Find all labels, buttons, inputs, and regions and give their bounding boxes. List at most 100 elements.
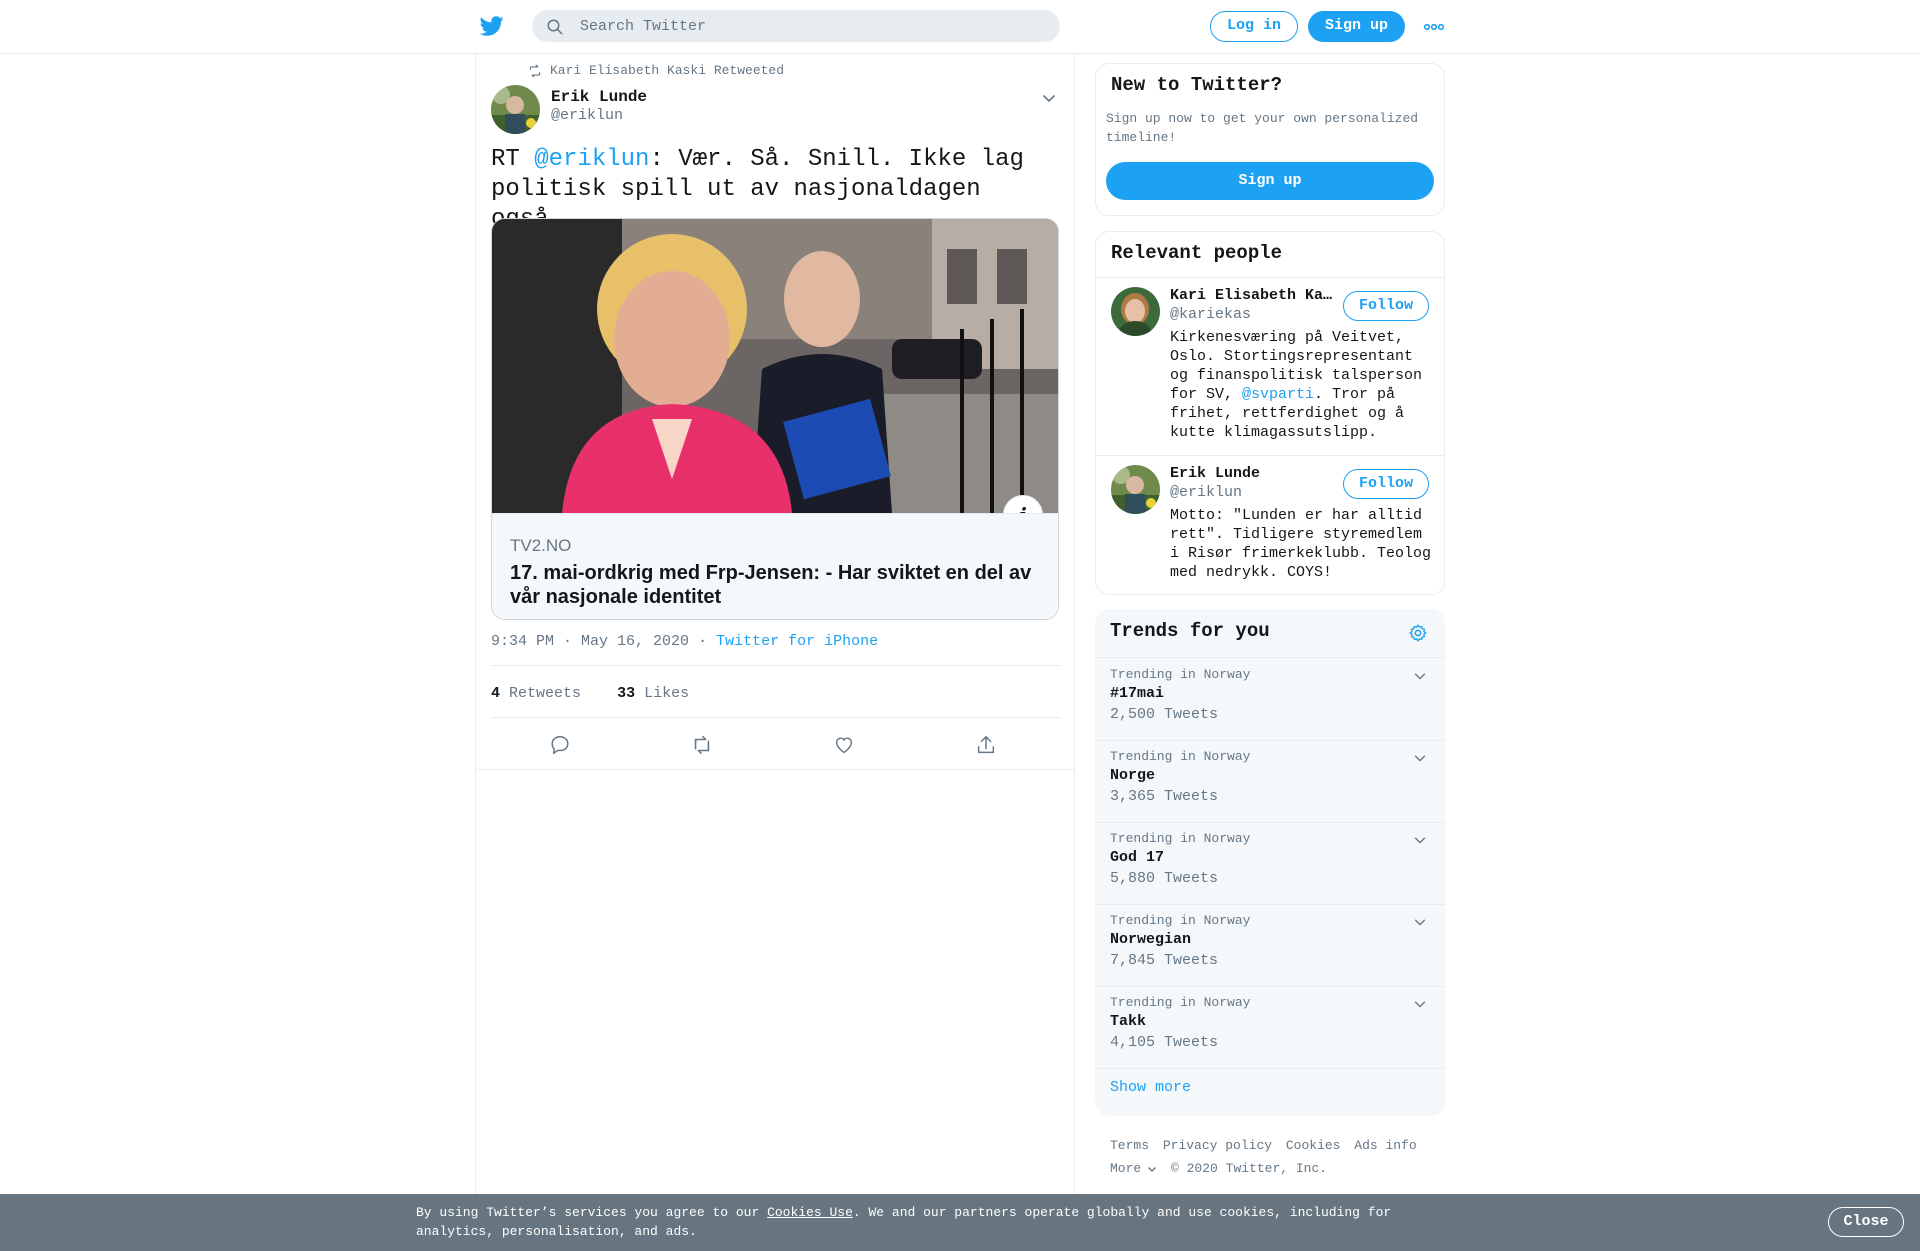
- show-more-link[interactable]: Show more: [1110, 1079, 1191, 1096]
- trend-count: 7,845 Tweets: [1110, 952, 1219, 969]
- search-input[interactable]: [580, 10, 1040, 42]
- panel-title: Relevant people: [1111, 242, 1283, 264]
- author-name[interactable]: Erik Lunde: [551, 88, 647, 106]
- person-handle[interactable]: @kariekas: [1170, 306, 1251, 323]
- person-bio: Kirkenesværing på Veitvet, Oslo. Stortin…: [1170, 328, 1435, 442]
- trend-name[interactable]: Norwegian: [1110, 931, 1191, 948]
- panel-title: Trends for you: [1110, 620, 1270, 642]
- person-card[interactable]: Kari Elisabeth Kaski @kariekas Kirkenesv…: [1096, 278, 1444, 455]
- tweet-mention-link[interactable]: @eriklun: [534, 146, 649, 173]
- retweeted-by-label: Kari Elisabeth Kaski Retweeted: [550, 63, 785, 78]
- trend-name[interactable]: Takk: [1110, 1013, 1146, 1030]
- footer-link-cookies[interactable]: Cookies: [1286, 1138, 1341, 1153]
- panel-description: Sign up now to get your own personalized…: [1106, 111, 1419, 145]
- gear-icon[interactable]: [1408, 623, 1428, 643]
- more-options-icon[interactable]: [1423, 20, 1445, 34]
- bio-mention-link[interactable]: @svparti: [1242, 386, 1314, 403]
- trend-item[interactable]: Trending in Norway Norge 3,365 Tweets: [1095, 740, 1445, 822]
- search-icon: [547, 19, 563, 35]
- trend-name[interactable]: #17mai: [1110, 685, 1164, 702]
- chevron-down-icon[interactable]: [1413, 833, 1427, 847]
- retweet-context[interactable]: Kari Elisabeth Kaski Retweeted: [528, 63, 784, 78]
- author-avatar[interactable]: [491, 85, 540, 134]
- retweets-stat[interactable]: 4 Retweets: [491, 685, 581, 702]
- cookies-use-link[interactable]: Cookies Use: [767, 1205, 853, 1220]
- close-cookie-button[interactable]: Close: [1828, 1207, 1904, 1237]
- cookie-text-before: By using Twitter’s services you agree to…: [416, 1205, 768, 1220]
- tweet-stats: 4 Retweets 33 Likes: [491, 685, 689, 702]
- relevant-people-panel: Relevant people Kari Elisabeth Kaski @ka…: [1095, 231, 1445, 595]
- sidebar-footer: Terms Privacy policy Cookies Ads info Mo…: [1110, 1134, 1440, 1180]
- person-name[interactable]: Erik Lunde: [1170, 465, 1340, 482]
- search-bar[interactable]: [532, 10, 1060, 42]
- chevron-down-icon: [1148, 1166, 1157, 1172]
- trend-count: 3,365 Tweets: [1110, 788, 1219, 805]
- person-bio: Motto: "Lunden er har alltid rett". Tidl…: [1170, 507, 1432, 581]
- tweet-text-prefix: RT: [491, 146, 535, 173]
- card-domain: TV2.NO: [510, 536, 572, 555]
- trend-name[interactable]: Norge: [1110, 767, 1155, 784]
- top-bar: Log in Sign up: [0, 0, 1920, 54]
- login-button[interactable]: Log in: [1210, 11, 1298, 42]
- trend-name[interactable]: God 17: [1110, 849, 1164, 866]
- footer-link-privacy[interactable]: Privacy policy: [1163, 1138, 1272, 1153]
- trend-item[interactable]: Trending in Norway #17mai 2,500 Tweets: [1095, 658, 1445, 740]
- retweet-icon: [529, 64, 541, 77]
- chevron-down-icon[interactable]: [1413, 669, 1427, 683]
- tweet-source-link[interactable]: Twitter for iPhone: [716, 633, 878, 650]
- trend-item[interactable]: Trending in Norway God 17 5,880 Tweets: [1095, 822, 1445, 904]
- divider: [476, 769, 1074, 770]
- chevron-down-icon[interactable]: [1041, 90, 1057, 106]
- cookie-banner: By using Twitter’s services you agree to…: [0, 1194, 1920, 1251]
- person-avatar[interactable]: [1111, 465, 1160, 514]
- tweet-column: Kari Elisabeth Kaski Retweeted Erik Lund…: [475, 54, 1075, 1194]
- divider: [491, 717, 1061, 718]
- footer-link-terms[interactable]: Terms: [1110, 1138, 1149, 1153]
- twitter-logo-icon[interactable]: [479, 14, 505, 38]
- trend-context: Trending in Norway: [1110, 831, 1251, 846]
- card-body: TV2.NO 17. mai-ordkrig med Frp-Jensen: -…: [492, 513, 1058, 619]
- divider: [491, 665, 1061, 666]
- signup-panel-button[interactable]: Sign up: [1106, 162, 1434, 200]
- copyright: © 2020 Twitter, Inc.: [1171, 1161, 1328, 1176]
- meta-separator: ·: [698, 633, 708, 650]
- card-image: [492, 219, 1058, 513]
- author-handle[interactable]: @eriklun: [551, 107, 623, 124]
- person-avatar[interactable]: [1111, 287, 1160, 336]
- chevron-down-icon[interactable]: [1413, 915, 1427, 929]
- follow-button[interactable]: Follow: [1343, 291, 1429, 321]
- new-to-twitter-panel: New to Twitter? Sign up now to get your …: [1095, 63, 1445, 216]
- tweet-timestamp[interactable]: 9:34 PM · May 16, 2020: [491, 633, 689, 650]
- signup-button[interactable]: Sign up: [1308, 11, 1405, 42]
- card-title[interactable]: 17. mai-ordkrig med Frp-Jensen: - Har sv…: [510, 561, 1050, 609]
- trend-context: Trending in Norway: [1110, 995, 1251, 1010]
- person-name[interactable]: Kari Elisabeth Kaski: [1170, 287, 1340, 304]
- trend-item[interactable]: Trending in Norway Takk 4,105 Tweets: [1095, 986, 1445, 1068]
- avatar-image: [1111, 465, 1160, 514]
- tweet-meta: 9:34 PM · May 16, 2020 · Twitter for iPh…: [491, 633, 878, 650]
- trend-count: 4,105 Tweets: [1110, 1034, 1219, 1051]
- panel-title: New to Twitter?: [1111, 74, 1283, 96]
- avatar-image: [491, 85, 540, 134]
- footer-link-ads-info[interactable]: Ads info: [1354, 1138, 1416, 1153]
- likes-stat[interactable]: 33 Likes: [617, 685, 689, 702]
- trend-item[interactable]: Trending in Norway Norwegian 7,845 Tweet…: [1095, 904, 1445, 986]
- like-icon[interactable]: [833, 734, 855, 756]
- share-icon[interactable]: [975, 734, 997, 756]
- chevron-down-icon[interactable]: [1413, 997, 1427, 1011]
- person-card[interactable]: Erik Lunde @eriklun Motto: "Lunden er ha…: [1096, 456, 1444, 594]
- trend-count: 2,500 Tweets: [1110, 706, 1219, 723]
- trend-context: Trending in Norway: [1110, 667, 1251, 682]
- footer-more-menu[interactable]: More: [1110, 1161, 1157, 1176]
- trend-context: Trending in Norway: [1110, 749, 1251, 764]
- follow-button[interactable]: Follow: [1343, 469, 1429, 499]
- person-handle[interactable]: @eriklun: [1170, 484, 1242, 501]
- divider: [1095, 1068, 1445, 1069]
- link-card[interactable]: i TV2.NO 17. mai-ordkrig med Frp-Jensen:…: [491, 218, 1059, 620]
- retweet-action-icon[interactable]: [691, 734, 713, 756]
- tweet-actions: [491, 734, 1061, 764]
- chevron-down-icon[interactable]: [1413, 751, 1427, 765]
- trend-context: Trending in Norway: [1110, 913, 1251, 928]
- reply-icon[interactable]: [549, 734, 571, 756]
- avatar-image: [1111, 287, 1160, 336]
